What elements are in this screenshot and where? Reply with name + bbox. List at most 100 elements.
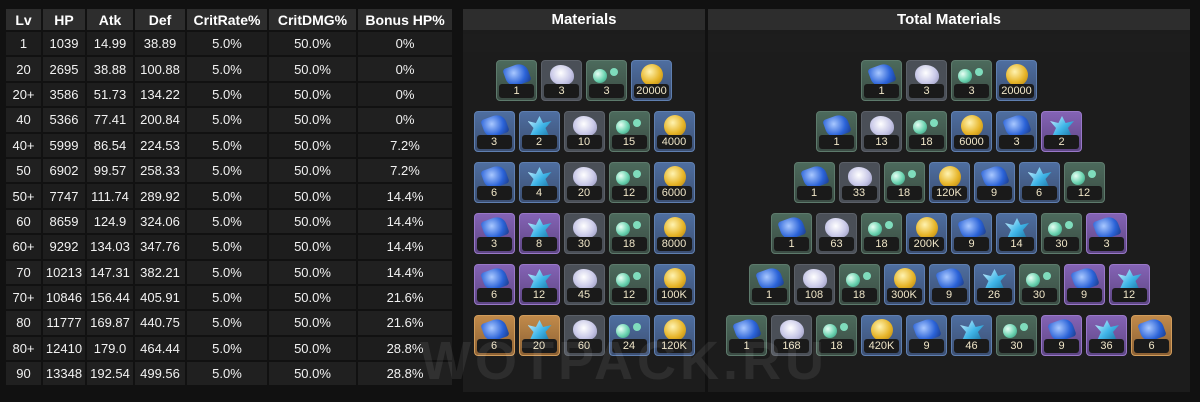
cell-crit-rate: 5.0%	[187, 133, 267, 157]
coin-icon	[1006, 64, 1028, 86]
material-item: 1	[793, 162, 835, 203]
pearl-icon	[913, 120, 927, 134]
cell-bonus-hp: 0%	[358, 57, 452, 81]
cell-crit-dmg: 50.0%	[269, 362, 356, 386]
material-count: 24	[611, 339, 647, 353]
material-item: 18	[838, 264, 880, 305]
material-item: 33	[838, 162, 880, 203]
material-count: 30	[1021, 288, 1057, 302]
material-item: 1	[748, 264, 790, 305]
coin-icon	[663, 268, 686, 290]
material-item: 3	[1086, 213, 1127, 254]
pearl-icon	[615, 273, 630, 287]
crystal-icon	[527, 320, 552, 340]
cell-lv: 40	[6, 108, 41, 132]
cell-hp: 3586	[43, 82, 85, 107]
ore-icon	[572, 269, 597, 289]
pearl-icon	[1025, 273, 1040, 287]
ore-icon	[847, 167, 872, 187]
cell-crit-dmg: 50.0%	[269, 285, 356, 310]
cell-crit-rate: 5.0%	[187, 57, 267, 81]
cell-crit-rate: 5.0%	[187, 82, 267, 107]
material-count: 1	[729, 339, 764, 353]
crystal-icon	[1117, 269, 1142, 289]
cell-hp: 11777	[43, 311, 85, 335]
cell-def: 382.21	[135, 260, 185, 284]
material-count: 8	[521, 237, 557, 251]
material-count: 6	[1021, 186, 1057, 200]
cell-crit-dmg: 50.0%	[269, 57, 356, 81]
material-count: 1	[796, 186, 832, 200]
material-item: 60	[563, 315, 605, 356]
material-item: 8	[518, 213, 560, 254]
material-item: 1	[496, 60, 537, 101]
cell-atk: 77.41	[87, 108, 133, 132]
cell-atk: 179.0	[87, 336, 133, 361]
pearl-icon	[958, 69, 972, 83]
material-row: 1 63 18 200K 9 14 30 3	[708, 213, 1190, 254]
cell-crit-rate: 5.0%	[187, 336, 267, 361]
material-item: 1	[771, 213, 812, 254]
cell-atk: 51.73	[87, 82, 133, 107]
stats-body: 1 1039 14.99 38.89 5.0% 50.0% 0% 20 2695 38.88 100…	[6, 32, 452, 386]
cell-crit-rate: 5.0%	[187, 311, 267, 335]
cell-bonus-hp: 21.6%	[358, 311, 452, 335]
material-item: 9	[1041, 315, 1082, 356]
material-item: 12	[608, 162, 650, 203]
ore-icon	[572, 116, 597, 136]
cell-lv: 70+	[6, 285, 41, 310]
material-item: 6	[1018, 162, 1060, 203]
ore-icon	[550, 65, 574, 85]
stats-row: 50 6902 99.57 258.33 5.0% 50.0% 7.2%	[6, 158, 452, 183]
material-count: 6000	[954, 135, 989, 149]
material-count: 300K	[886, 288, 922, 302]
stats-row: 1 1039 14.99 38.89 5.0% 50.0% 0%	[6, 32, 452, 56]
material-count: 1	[499, 84, 534, 98]
cell-hp: 1039	[43, 32, 85, 56]
material-count: 100K	[656, 288, 692, 302]
material-item: 12	[1063, 162, 1105, 203]
coin-icon	[663, 115, 686, 137]
ore-icon	[780, 320, 804, 340]
material-count: 9	[1066, 288, 1102, 302]
material-item: 4	[518, 162, 560, 203]
material-item: 6	[1131, 315, 1172, 356]
cell-lv: 60+	[6, 235, 41, 259]
material-item: 108	[793, 264, 835, 305]
cell-atk: 156.44	[87, 285, 133, 310]
material-item: 120K	[653, 315, 695, 356]
stats-row: 40 5366 77.41 200.84 5.0% 50.0% 0%	[6, 108, 452, 132]
cell-def: 405.91	[135, 285, 185, 310]
coin-icon	[663, 166, 686, 188]
crystal-icon	[527, 269, 552, 289]
cell-bonus-hp: 14.4%	[358, 184, 452, 208]
cell-hp: 9292	[43, 235, 85, 259]
crystal-icon	[1027, 167, 1052, 187]
ore-icon	[915, 65, 939, 85]
cell-atk: 124.9	[87, 209, 133, 234]
material-item: 20000	[631, 60, 672, 101]
material-item: 6	[473, 162, 515, 203]
cell-def: 499.56	[135, 362, 185, 386]
material-item: 18	[883, 162, 925, 203]
cell-crit-rate: 5.0%	[187, 158, 267, 183]
material-count: 18	[611, 237, 647, 251]
stats-row: 60+ 9292 134.03 347.76 5.0% 50.0% 14.4%	[6, 235, 452, 259]
material-count: 33	[841, 186, 877, 200]
crystal-icon	[1095, 320, 1119, 340]
cell-crit-rate: 5.0%	[187, 32, 267, 56]
material-item: 24	[608, 315, 650, 356]
cell-bonus-hp: 14.4%	[358, 209, 452, 234]
material-count: 2	[521, 135, 557, 149]
cell-hp: 5366	[43, 108, 85, 132]
material-count: 9	[1044, 339, 1079, 353]
material-count: 18	[864, 237, 899, 251]
material-count: 20000	[999, 84, 1034, 98]
material-row: 6 4 20 12 6000	[463, 162, 705, 203]
material-item: 30	[996, 315, 1037, 356]
material-item: 3	[586, 60, 627, 101]
pearl-icon	[845, 273, 860, 287]
cell-def: 200.84	[135, 108, 185, 132]
material-row: 1 33 18 120K 9 6 12	[708, 162, 1190, 203]
material-item: 15	[608, 111, 650, 152]
